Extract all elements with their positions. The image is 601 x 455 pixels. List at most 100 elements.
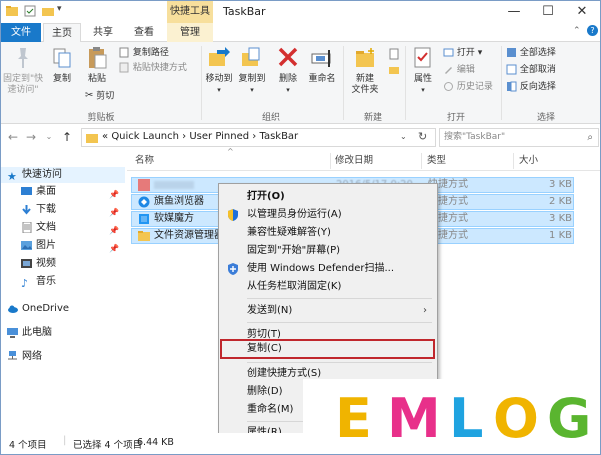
tab-file[interactable]: 文件 [1,23,41,42]
column-divider[interactable] [513,153,514,169]
address-bar[interactable]: « Quick Launch › User Pinned › TaskBar ⌄… [81,128,436,147]
nav-item-onedrive[interactable]: OneDrive [7,301,125,317]
move-to-button[interactable]: 移动到 ▾ [204,46,234,96]
open-button[interactable]: 打开 ▾ [443,47,482,59]
delete-label: 删除 [278,74,297,84]
tab-home[interactable]: 主页 [43,23,81,43]
breadcrumb-separator[interactable]: › [182,131,186,142]
paste-label: 粘贴 [87,74,106,84]
breadcrumb-quick-launch[interactable]: Quick Launch [111,131,179,142]
tab-manage[interactable]: 管理 [167,23,213,42]
select-none-button[interactable]: 全部取消 [506,64,556,76]
refresh-icon[interactable]: ↻ [418,130,427,143]
breadcrumb-taskbar[interactable]: TaskBar [259,131,298,142]
pin-label: 固定到"快 速访问" [3,74,44,95]
nav-item-this-pc[interactable]: 此电脑 [7,325,125,341]
column-header-size[interactable]: 大小 [515,151,575,171]
address-row: ← → ⌄ ↑ « Quick Launch › User Pinned › T… [1,125,600,149]
paste-shortcut-button[interactable]: 粘贴快捷方式 [119,62,187,74]
maximize-button[interactable]: ☐ [531,1,565,23]
new-folder-qat-icon[interactable] [41,4,55,18]
nav-label: 此电脑 [22,327,52,338]
group-label-new: 新建 [363,113,382,123]
column-header-name[interactable]: 名称 [131,151,331,171]
minimize-button[interactable]: — [497,1,531,23]
ribbon-separator [405,46,406,120]
nav-label: OneDrive [22,303,70,314]
select-all-button[interactable]: 全部选择 [506,47,556,59]
paste-button[interactable]: 粘贴 [83,46,111,85]
copy-path-label: 复制路径 [132,48,169,58]
menu-item-compatibility[interactable]: 兼容性疑难解答(Y) [221,224,435,242]
rename-button[interactable]: 重命名 [305,46,339,85]
nav-item-music[interactable]: ♪ 音乐 [21,274,125,290]
file-explorer-app-icon [138,231,150,241]
nav-item-desktop[interactable]: 桌面 📌 [21,184,125,200]
item-count: 4 个项目 [9,440,47,451]
back-arrow-icon[interactable]: ← [5,128,21,146]
nav-item-pictures[interactable]: 图片 📌 [21,238,125,254]
menu-item-open[interactable]: 打开(O) [221,188,435,206]
column-header-modified[interactable]: 修改日期 [331,151,421,171]
copy-button[interactable]: 复制 [49,46,75,85]
open-icon [443,48,454,57]
nav-label: 文档 [36,222,56,233]
forward-arrow-icon[interactable]: → [23,128,39,146]
explorer-app-icon[interactable] [5,4,19,18]
nav-item-videos[interactable]: 视频 [21,256,125,272]
help-icon[interactable]: ? [587,25,598,36]
recent-locations-icon[interactable]: ⌄ [41,128,57,146]
menu-item-send-to[interactable]: 发送到(N) › [221,302,435,320]
ribbon-collapse-icon[interactable]: ⌃ [573,26,581,36]
qat-dropdown-icon[interactable]: ▾ [57,4,62,14]
file-size: 3 KB [549,213,572,224]
cut-button[interactable]: ✂ 剪切 [85,90,114,103]
select-all-icon [507,48,516,57]
search-placeholder: 搜索"TaskBar" [444,132,506,142]
properties-button[interactable]: 属性 ▾ [409,46,437,96]
breadcrumb-separator[interactable]: › [252,131,256,142]
file-size: 1 KB [549,230,572,241]
copy-to-button[interactable]: 复制到 ▾ [237,46,267,96]
menu-item-unpin-taskbar[interactable]: 从任务栏取消固定(K) [221,278,435,296]
nav-item-quick-access[interactable]: ★ 快速访问 [1,167,125,183]
search-input[interactable]: 搜索"TaskBar" ⌕ [439,128,599,147]
history-button[interactable]: 历史记录 [443,81,493,93]
new-folder-button[interactable]: 新建 文件夹 [347,46,383,96]
breadcrumb-user-pinned[interactable]: User Pinned [189,131,249,142]
tab-view[interactable]: 查看 [125,23,163,42]
breadcrumb: « Quick Launch › User Pinned › TaskBar [102,131,298,142]
pinned-icon: 📌 [109,226,119,235]
breadcrumb-overflow[interactable]: « [102,131,108,142]
new-item-icon[interactable] [388,48,400,60]
address-dropdown-icon[interactable]: ⌄ [400,132,407,141]
menu-item-pin-to-start[interactable]: 固定到"开始"屏幕(P) [221,242,435,260]
edit-button[interactable]: 编辑 [443,64,475,76]
column-header-type[interactable]: 类型 [423,151,513,171]
file-name: 旗鱼浏览器 [154,196,204,207]
delete-button[interactable]: 删除 ▾ [275,46,301,96]
copy-path-button[interactable]: 复制路径 [119,47,169,59]
context-tab-group-label: 快捷工具 [167,1,213,23]
ribbon-tab-row: 文件 主页 共享 查看 管理 ⌃ ? [1,23,600,43]
easy-access-icon[interactable] [388,64,400,76]
nav-item-network[interactable]: 网络 [7,349,125,365]
invert-selection-icon [507,81,517,92]
properties-icon [414,47,431,68]
menu-item-run-as-admin[interactable]: 以管理员身份运行(A) [221,206,435,224]
nav-item-downloads[interactable]: 下载 📌 [21,202,125,218]
column-divider[interactable] [421,153,422,169]
nav-label: 视频 [36,258,56,269]
properties-qat-icon[interactable] [23,4,37,18]
nav-item-documents[interactable]: 文档 📌 [21,220,125,236]
tab-share[interactable]: 共享 [85,23,121,42]
menu-item-defender-scan[interactable]: 使用 Windows Defender扫描... [221,260,435,278]
up-arrow-icon[interactable]: ↑ [59,128,75,146]
desktop-folder-icon [21,186,32,195]
new-folder-icon [356,48,374,67]
menu-item-copy[interactable]: 复制(C) [221,340,435,358]
invert-selection-button[interactable]: 反向选择 [506,81,556,93]
pin-to-quick-access-button[interactable]: 固定到"快 速访问" [3,46,43,96]
file-size: 3 KB [549,179,572,190]
close-button[interactable]: ✕ [565,1,599,23]
